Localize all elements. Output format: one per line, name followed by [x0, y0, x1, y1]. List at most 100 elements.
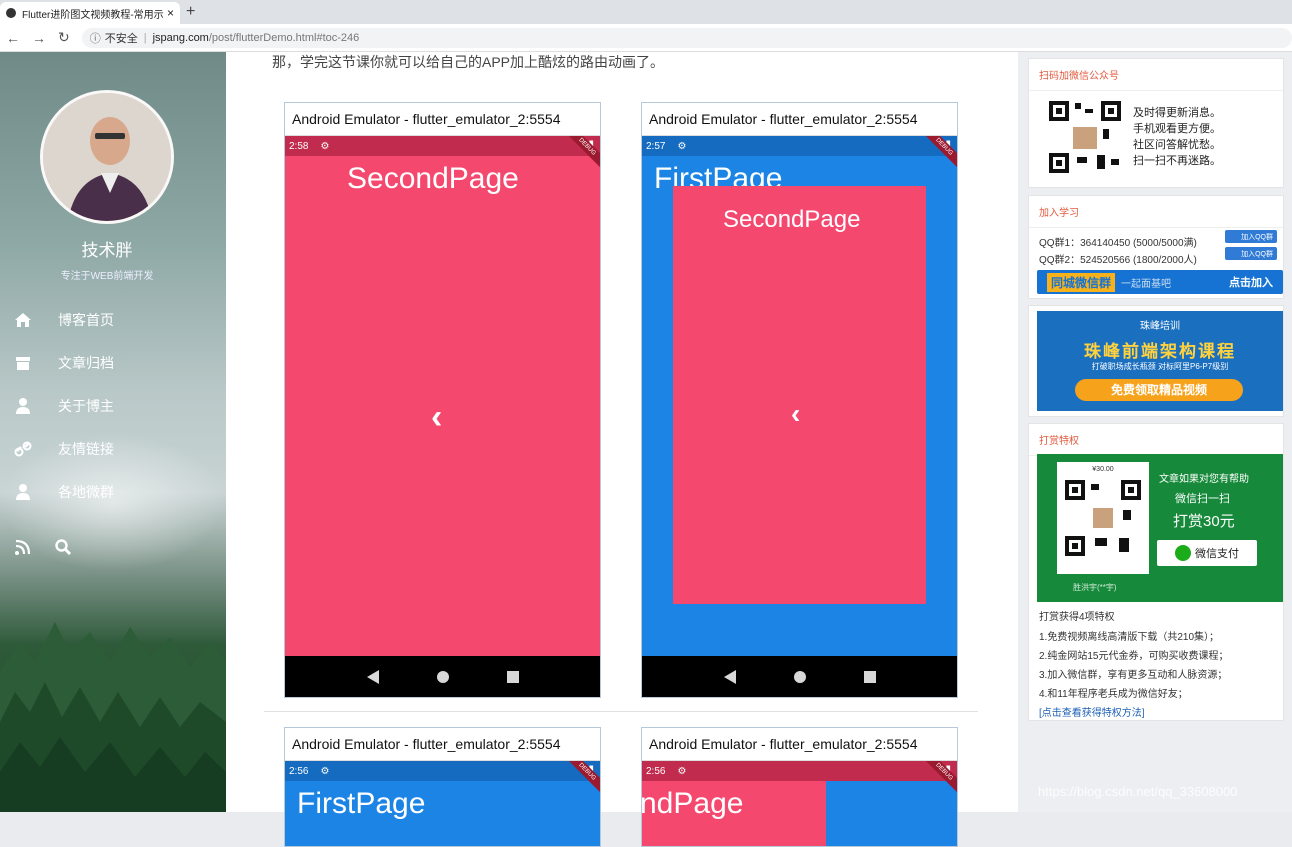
back-icon[interactable]: ← — [6, 30, 20, 46]
sidebar-item-links[interactable]: 友情链接 — [14, 427, 114, 470]
nav-home-icon[interactable] — [793, 671, 806, 683]
back-chevron-icon[interactable]: ‹ — [791, 398, 800, 430]
page-title: FirstPage — [297, 787, 426, 820]
settings-icon: ⚙ — [677, 140, 687, 152]
join-qq-button[interactable]: 加入QQ群 — [1225, 230, 1277, 243]
android-nav-bar — [285, 656, 600, 697]
search-icon[interactable] — [54, 538, 72, 556]
nav-back-icon[interactable] — [366, 670, 379, 684]
nav-recents-icon[interactable] — [863, 671, 876, 683]
settings-icon: ⚙ — [677, 765, 687, 777]
info-icon[interactable]: ⓘ — [90, 30, 101, 46]
url-domain: jspang.com — [152, 31, 209, 44]
nav-home-icon[interactable] — [436, 671, 449, 683]
url-field[interactable]: ⓘ 不安全 | jspang.com /post/flutterDemo.htm… — [81, 27, 1292, 48]
settings-icon: ⚙ — [320, 140, 330, 152]
reward-text-2: 微信扫一扫 — [1175, 493, 1230, 505]
csdn-watermark: https://blog.csdn.net/qq_33608000 — [1038, 784, 1238, 799]
emulator-screen[interactable]: 2:57 ⚙ ▾ ▮ DEBUG FirstPage SecondPage ‹ — [642, 136, 957, 697]
sidebar-item-label: 文章归档 — [58, 354, 114, 371]
emulator-screen[interactable]: 2:56 ⚙ ▾ ▮ DEBUG ndPage — [642, 761, 957, 846]
status-bar: 2:57 ⚙ ▾ ▮ — [642, 136, 957, 156]
sidebar-item-label: 博客首页 — [58, 311, 114, 328]
article-content: 那，学完这节课你就可以给自己的APP加上酷炫的路由动画了。 Android Em… — [226, 52, 1018, 847]
join-panel: 加入学习 QQ群1：364140450 (5000/5000满) 加入QQ群 Q… — [1028, 195, 1284, 299]
emulator-screen[interactable]: 2:58 ⚙ ▾ ▮ DEBUG SecondPage ‹ — [285, 136, 600, 697]
privilege-line: 1.免费视频离线高清版下载（共210集）； — [1039, 632, 1220, 643]
wechat-line: 及时得更新消息。 — [1133, 107, 1221, 119]
sidebar-item-archive[interactable]: 文章归档 — [14, 341, 114, 384]
wechat-join-link[interactable]: 点击加入 — [1229, 274, 1273, 290]
ad-cta-button[interactable]: 免费领取精品视频 — [1075, 379, 1243, 401]
tab-close-icon[interactable]: × — [167, 6, 174, 20]
security-label: 不安全 — [104, 32, 138, 45]
course-ad-banner[interactable]: 珠峰培训 珠峰前端架构课程 打破职场成长瓶颈 对标阿里P6-P7级别 免费领取精… — [1037, 311, 1283, 411]
url-path: /post/flutterDemo.html#toc-246 — [208, 31, 360, 44]
sidebar-item-label: 各地微群 — [58, 483, 114, 500]
home-icon — [15, 312, 31, 327]
user-icon — [16, 397, 30, 414]
browser-tabbar: Flutter进阶图文视频教程-常用示 × + — [0, 0, 1292, 24]
link-icon — [14, 441, 32, 456]
nav-recents-icon[interactable] — [506, 671, 519, 683]
status-time: 2:56 — [289, 765, 309, 777]
inner-page-title: SecondPage — [723, 206, 861, 233]
new-tab-button[interactable]: + — [186, 3, 195, 21]
wechat-benefits: 及时得更新消息。 手机观看更方便。 社区问答解忧愁。 扫一扫不再迷路。 — [1133, 105, 1221, 169]
forward-icon[interactable]: → — [32, 30, 46, 46]
forest-background — [0, 622, 226, 812]
reload-icon[interactable]: ↻ — [58, 29, 70, 46]
emulator-screen[interactable]: 2:56 ⚙ ▾ ▮ DEBUG FirstPage — [285, 761, 600, 846]
qq-group-1: QQ群1：364140450 (5000/5000满) — [1039, 238, 1197, 249]
article-paragraph: 那，学完这节课你就可以给自己的APP加上酷炫的路由动画了。 — [272, 54, 665, 70]
right-column: 扫码加微信公众号 及时得更新消息。 手机观看更方便。 社区问答解忧愁。 扫一扫不… — [1018, 52, 1292, 812]
ad-subtitle: 打破职场成长瓶颈 对标阿里P6-P7级别 — [1091, 362, 1229, 371]
sidebar-tools — [14, 538, 72, 556]
avatar-portrait — [43, 93, 171, 221]
sidebar-item-label: 关于博主 — [58, 397, 114, 414]
privilege-link[interactable]: [点击查看获得特权方法] — [1039, 704, 1145, 719]
ad-title: 珠峰前端架构课程 — [1084, 342, 1236, 361]
status-time: 2:58 — [289, 140, 309, 152]
emulator-window: Android Emulator - flutter_emulator_2:55… — [641, 102, 958, 698]
reward-amount: 打赏30元 — [1173, 513, 1235, 530]
sidebar-item-label: 友情链接 — [58, 440, 114, 457]
emulator-title: Android Emulator - flutter_emulator_2:55… — [285, 103, 600, 136]
privilege-line: 4.和11年程序老兵成为微信好友； — [1039, 689, 1188, 700]
section-divider — [264, 711, 978, 712]
browser-tab[interactable]: Flutter进阶图文视频教程-常用示 × — [0, 2, 180, 24]
blog-sidebar: 技术胖 专注于WEB前端开发 博客首页 文章归档 关于博主 友情链接 各地微群 — [0, 52, 226, 812]
status-bar: 2:56 ⚙ ▾ ▮ — [285, 761, 600, 781]
favicon-icon — [6, 8, 16, 18]
wechat-line: 扫一扫不再迷路。 — [1133, 155, 1221, 167]
emulator-title: Android Emulator - flutter_emulator_2:55… — [642, 728, 957, 761]
user-icon — [16, 483, 30, 500]
sidebar-item-about[interactable]: 关于博主 — [14, 384, 114, 427]
blogger-tagline: 专注于WEB前端开发 — [60, 271, 154, 282]
rss-icon[interactable] — [14, 538, 32, 556]
wechat-pay-button[interactable]: 微信支付 — [1157, 540, 1257, 566]
status-time: 2:56 — [646, 765, 666, 777]
sidebar-item-groups[interactable]: 各地微群 — [14, 470, 114, 513]
panel-heading: 扫码加微信公众号 — [1029, 59, 1283, 91]
avatar[interactable] — [40, 90, 174, 224]
wechat-group-label: 同城微信群 — [1047, 272, 1116, 292]
back-chevron-icon[interactable]: ‹ — [431, 398, 442, 437]
wechat-panel: 扫码加微信公众号 及时得更新消息。 手机观看更方便。 社区问答解忧愁。 扫一扫不… — [1028, 58, 1284, 188]
status-time: 2:57 — [646, 140, 666, 152]
ad-panel: 珠峰培训 珠峰前端架构课程 打破职场成长瓶颈 对标阿里P6-P7级别 免费领取精… — [1028, 305, 1284, 417]
wechat-group-banner[interactable]: 同城微信群 一起面基吧 点击加入 — [1037, 270, 1283, 294]
sidebar-item-home[interactable]: 博客首页 — [14, 298, 114, 341]
qq-group-2: QQ群2：524520566 (1800/2000人) — [1039, 255, 1197, 266]
status-bar: 2:56 ⚙ ▾ ▮ — [642, 761, 957, 781]
wechat-line: 社区问答解忧愁。 — [1133, 139, 1221, 151]
reward-payee: 胜洪宇(**宇) — [1073, 583, 1117, 592]
nav-back-icon[interactable] — [723, 670, 736, 684]
reward-panel: 打赏特权 ¥30.00 文章如果对您有帮助 微信扫一扫 打赏30元 微信支付 胜… — [1028, 423, 1284, 721]
join-qq-button[interactable]: 加入QQ群 — [1225, 247, 1277, 260]
address-bar: ← → ↻ ⓘ 不安全 | jspang.com /post/flutterDe… — [0, 24, 1292, 52]
wechat-group-sub: 一起面基吧 — [1121, 278, 1172, 290]
archive-icon — [16, 356, 30, 370]
privilege-line: 2.纯金网站15元代金券，可购买收费课程； — [1039, 651, 1229, 662]
wechat-pay-icon — [1175, 545, 1191, 561]
